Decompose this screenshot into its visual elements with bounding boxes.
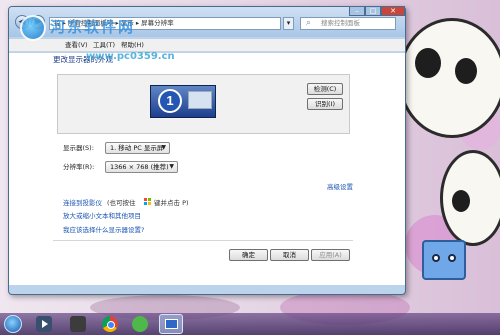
advanced-settings-link[interactable]: 高级设置 — [327, 182, 353, 192]
taskbar-app-icon[interactable] — [70, 316, 86, 332]
wallpaper-decoration — [455, 58, 477, 84]
window-controls: – □ ✕ — [349, 6, 405, 16]
resolution-label: 分辨率(R): — [63, 163, 95, 171]
resolution-select[interactable]: 1366 × 768 (推荐) ▼ — [105, 161, 178, 173]
address-dropdown-icon[interactable]: ▾ — [283, 17, 294, 30]
watermark-logo — [20, 15, 46, 41]
media-player-icon[interactable] — [36, 316, 52, 332]
display-select-value: 1. 移动 PC 显示屏 — [110, 144, 164, 152]
start-button[interactable] — [4, 315, 22, 333]
wallpaper-skull — [398, 18, 500, 138]
wallpaper-decoration — [415, 48, 441, 78]
divider — [53, 240, 353, 241]
projector-hint-text: (也可按住 — [107, 199, 136, 207]
projector-hint-text-end: 键并点击 P) — [154, 199, 189, 207]
ok-button[interactable]: 确定 — [229, 249, 268, 261]
resolution-select-value: 1366 × 768 (推荐) — [110, 163, 169, 171]
chrome-icon[interactable] — [102, 316, 118, 332]
wallpaper-decoration — [452, 190, 470, 212]
display-select[interactable]: 1. 移动 PC 显示屏 ▼ — [105, 142, 170, 154]
minimize-button[interactable]: – — [349, 6, 365, 16]
search-input[interactable]: 搜索控制面板 — [300, 17, 396, 30]
close-button[interactable]: ✕ — [381, 6, 405, 16]
wallpaper-character — [422, 240, 466, 280]
maximize-button[interactable]: □ — [365, 6, 381, 16]
display-help-link[interactable]: 我应该选择什么显示器设置? — [63, 225, 144, 235]
wallpaper-skull — [440, 150, 500, 246]
connect-projector-link[interactable]: 连接到投影仪 — [63, 198, 102, 208]
monitor-screen-icon — [188, 91, 212, 109]
monitor-number-badge: 1 — [158, 89, 182, 113]
chevron-down-icon: ▼ — [169, 163, 174, 170]
identify-button[interactable]: 识别(I) — [307, 98, 343, 110]
detect-button[interactable]: 检测(C) — [307, 83, 343, 95]
search-icon: ⌕ — [306, 18, 312, 28]
watermark-url: www.pc0359.cn — [86, 51, 175, 62]
taskbar — [0, 313, 500, 335]
menu-tools[interactable]: 工具(T) — [93, 41, 115, 50]
text-size-link[interactable]: 放大或缩小文本和其他项目 — [63, 211, 141, 221]
control-panel-taskbar-icon[interactable] — [159, 314, 183, 334]
display-label: 显示器(S): — [63, 144, 94, 152]
menu-bar: 查看(V) 工具(T) 帮助(H) — [9, 39, 405, 52]
menu-help[interactable]: 帮助(H) — [121, 41, 144, 50]
watermark-title: 河东软件网 — [50, 18, 136, 36]
chevron-down-icon: ▼ — [161, 144, 166, 151]
apply-button[interactable]: 应用(A) — [311, 249, 350, 261]
windows-key-icon — [144, 198, 152, 206]
green-app-icon[interactable] — [132, 316, 148, 332]
cancel-button[interactable]: 取消 — [270, 249, 309, 261]
menu-view[interactable]: 查看(V) — [65, 41, 88, 50]
